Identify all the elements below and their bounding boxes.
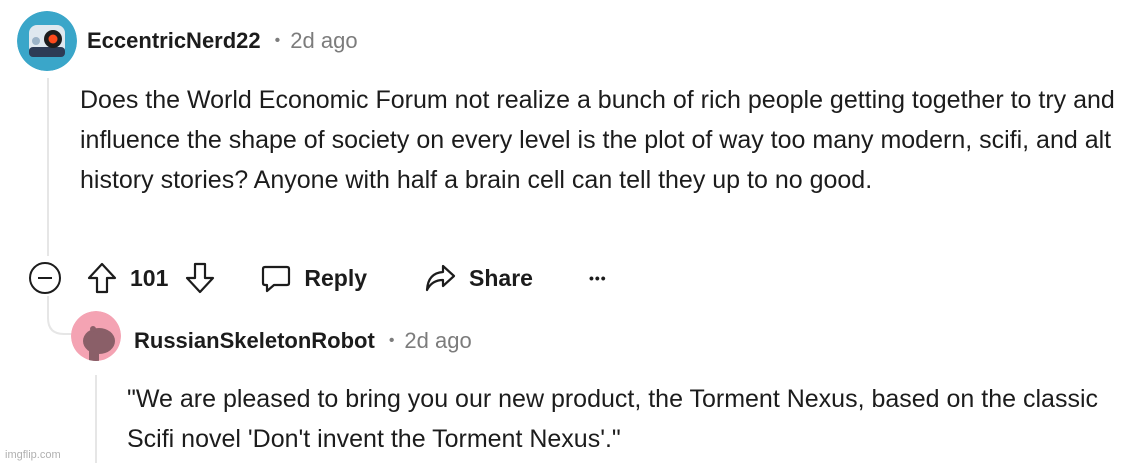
avatar[interactable] — [17, 11, 77, 71]
reply-username[interactable]: RussianSkeletonRobot — [134, 328, 375, 354]
reply-time[interactable]: 2d ago — [404, 328, 471, 354]
robot-avatar-icon — [17, 11, 77, 71]
reply-icon — [260, 262, 292, 294]
more-icon: ••• — [588, 270, 607, 286]
upvote-icon[interactable] — [86, 261, 118, 295]
more-options-button[interactable]: ••• — [589, 270, 607, 286]
reply-button[interactable]: Reply — [260, 262, 367, 294]
snoo-avatar-icon — [71, 311, 121, 361]
share-icon — [423, 262, 457, 294]
downvote-icon[interactable] — [184, 261, 216, 295]
separator-dot: • — [274, 32, 281, 49]
comment-time[interactable]: 2d ago — [290, 28, 357, 54]
reply-avatar[interactable] — [71, 311, 121, 361]
thread-line-reply[interactable] — [95, 375, 97, 463]
reply-label: Reply — [304, 264, 368, 291]
comment-meta: EccentricNerd22 • 2d ago — [87, 28, 358, 54]
comment-username[interactable]: EccentricNerd22 — [87, 28, 261, 54]
collapse-icon[interactable] — [28, 261, 62, 295]
vote-count: 101 — [130, 264, 169, 291]
comment-body: Does the World Economic Forum not realiz… — [80, 86, 1115, 194]
watermark: imgflip.com — [5, 449, 61, 461]
share-button[interactable]: Share — [423, 262, 533, 294]
thread-line-main[interactable] — [47, 78, 49, 256]
share-label: Share — [469, 264, 533, 291]
comment-action-bar: 101 Reply Share ••• — [28, 258, 607, 298]
reply-body: "We are pleased to bring you our new pro… — [127, 385, 1098, 453]
reply-meta: RussianSkeletonRobot • 2d ago — [134, 328, 472, 354]
separator-dot: • — [388, 332, 395, 349]
